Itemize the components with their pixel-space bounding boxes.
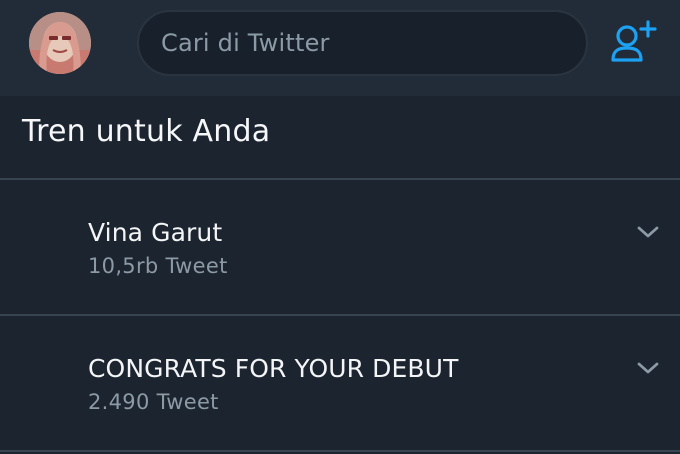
trend-item[interactable]: Vina Garut 10,5rb Tweet — [0, 180, 680, 314]
top-bar: Cari di Twitter — [0, 0, 680, 96]
avatar-image — [29, 12, 91, 74]
chevron-down-icon[interactable] — [636, 224, 660, 240]
search-input[interactable]: Cari di Twitter — [161, 29, 330, 57]
trend-item[interactable]: CONGRATS FOR YOUR DEBUT 2.490 Tweet — [0, 316, 680, 450]
search-bar[interactable]: Cari di Twitter — [137, 10, 588, 76]
section-title: Tren untuk Anda — [22, 114, 271, 149]
trend-name: Vina Garut — [88, 218, 223, 247]
divider — [0, 450, 680, 452]
trend-name: CONGRATS FOR YOUR DEBUT — [88, 354, 459, 383]
avatar[interactable] — [29, 12, 91, 74]
chevron-down-icon[interactable] — [636, 360, 660, 376]
add-user-icon — [611, 20, 657, 62]
add-user-button[interactable] — [608, 18, 660, 68]
trend-tweet-count: 10,5rb Tweet — [88, 254, 228, 278]
trend-tweet-count: 2.490 Tweet — [88, 390, 219, 414]
